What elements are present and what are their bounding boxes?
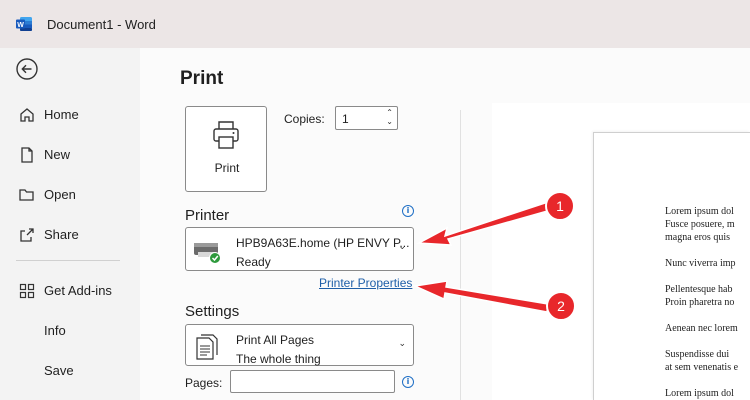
printer-name: HPB9A63E.home (HP ENVY P... bbox=[236, 236, 410, 250]
preview-text-line: at sem venenatis e bbox=[665, 362, 739, 373]
sidebar-item-label: New bbox=[44, 147, 71, 162]
sidebar-item-share[interactable]: Share bbox=[0, 214, 140, 254]
pages-label: Pages: bbox=[185, 376, 223, 390]
back-arrow-icon[interactable] bbox=[16, 58, 38, 80]
printer-dropdown[interactable]: HPB9A63E.home (HP ENVY P... Ready ⌄ bbox=[185, 227, 414, 271]
preview-text-line: Fusce posuere, m bbox=[665, 219, 735, 230]
printer-icon bbox=[213, 121, 239, 149]
grid-icon bbox=[19, 283, 35, 299]
sidebar-item-label: Save bbox=[44, 363, 74, 378]
preview-text-line: Suspendisse dui bbox=[665, 349, 730, 360]
info-icon[interactable]: i bbox=[402, 376, 414, 388]
preview-text-line: Lorem ipsum dol bbox=[665, 388, 734, 399]
chevron-down-icon: ⌄ bbox=[398, 339, 406, 349]
sidebar-item-open[interactable]: Open bbox=[0, 174, 140, 214]
preview-text-line: Pellentesque hab bbox=[665, 284, 733, 295]
title-bar: W Document1 - Word bbox=[0, 0, 750, 48]
sidebar-item-label: Open bbox=[44, 187, 76, 202]
printer-status: Ready bbox=[236, 255, 271, 269]
pages-input[interactable] bbox=[230, 370, 395, 393]
sidebar-item-label: Share bbox=[44, 227, 79, 242]
sidebar-item-label: Get Add-ins bbox=[44, 283, 112, 298]
pages-icon bbox=[196, 334, 218, 360]
svg-text:W: W bbox=[17, 22, 24, 29]
print-button[interactable]: Print bbox=[185, 106, 267, 192]
sidebar-item-label: Home bbox=[44, 107, 79, 122]
printer-heading: Printer bbox=[185, 207, 230, 224]
copies-label: Copies: bbox=[284, 112, 325, 126]
panel-divider bbox=[460, 110, 461, 400]
printer-properties-link[interactable]: Printer Properties bbox=[319, 276, 412, 290]
spin-arrows-icon[interactable]: ⌃ ⌄ bbox=[386, 108, 393, 126]
sidebar-item-new[interactable]: New bbox=[0, 134, 140, 174]
preview-text-line: Nunc viverra imp bbox=[665, 258, 736, 269]
sidebar-item-home[interactable]: Home bbox=[0, 94, 140, 134]
preview-text-line: Proin pharetra no bbox=[665, 297, 735, 308]
print-button-label: Print bbox=[214, 161, 240, 175]
preview-text-line: Lorem ipsum dol bbox=[665, 206, 734, 217]
preview-page: Lorem ipsum dol Fusce posuere, m magna e… bbox=[593, 132, 750, 400]
sidebar-item-info[interactable]: Info bbox=[0, 310, 140, 350]
chevron-down-icon: ⌄ bbox=[398, 242, 406, 252]
page-title: Print bbox=[180, 68, 224, 89]
settings-heading: Settings bbox=[185, 303, 240, 320]
pages-option-title: Print All Pages bbox=[236, 333, 315, 347]
printer-device-icon bbox=[194, 243, 221, 264]
sidebar-divider bbox=[16, 260, 120, 261]
sidebar-item-label: Info bbox=[44, 323, 66, 338]
sidebar-item-save[interactable]: Save bbox=[0, 350, 140, 390]
preview-text-line: Aenean nec lorem bbox=[665, 323, 738, 334]
folder-icon bbox=[19, 189, 34, 201]
word-icon: W bbox=[16, 17, 32, 31]
new-document-icon bbox=[21, 147, 33, 163]
info-icon[interactable]: i bbox=[402, 205, 414, 217]
window-title: Document1 - Word bbox=[47, 17, 156, 32]
pages-option-desc: The whole thing bbox=[236, 352, 321, 366]
copies-stepper[interactable]: 1 ⌃ ⌄ bbox=[335, 106, 398, 130]
preview-text-line: magna eros quis bbox=[665, 232, 730, 243]
home-icon bbox=[20, 108, 34, 122]
share-icon bbox=[20, 228, 34, 242]
print-pages-dropdown[interactable]: Print All Pages The whole thing ⌄ bbox=[185, 324, 414, 366]
sidebar-item-get-add-ins[interactable]: Get Add-ins bbox=[0, 270, 140, 310]
copies-value: 1 bbox=[342, 112, 349, 126]
